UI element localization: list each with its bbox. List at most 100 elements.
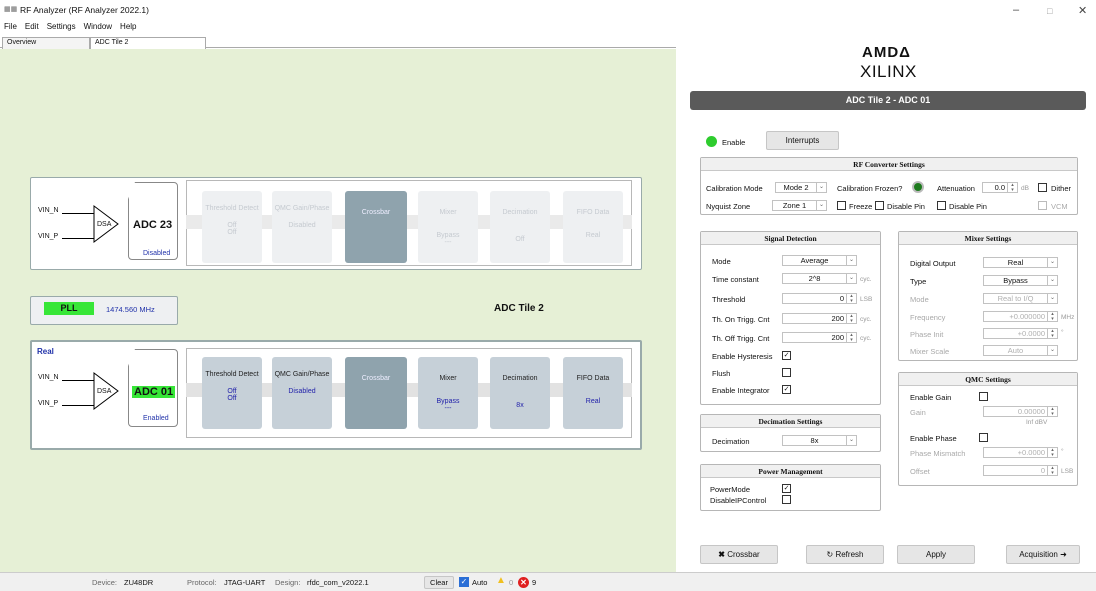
disable-pin-freeze-label: Disable Pin [887, 202, 925, 211]
flush-checkbox[interactable] [782, 368, 791, 377]
input-line [62, 380, 94, 381]
refresh-button[interactable]: ↻ Refresh [806, 545, 884, 564]
title-bar: ▦▦ RF Analyzer (RF Analyzer 2022.1) – □ … [0, 0, 1096, 22]
crossbar-block[interactable]: Crossbar [345, 357, 407, 429]
auto-checkbox[interactable]: ✓ [459, 577, 469, 587]
acquisition-button[interactable]: Acquisition ➜ [1006, 545, 1080, 564]
threshold-input[interactable]: 0 ▴ ▾ [782, 293, 857, 304]
decimation-settings-title: Decimation Settings [701, 415, 880, 428]
th-off-trigg-label: Th. Off Trigg. Cnt [712, 334, 770, 343]
vin-p-label: VIN_P [38, 400, 59, 407]
mixer-scale-select[interactable]: Auto ⌄ [983, 345, 1058, 356]
offset-unit: LSB [1061, 468, 1074, 475]
time-constant-select[interactable]: 2^8 ⌄ [782, 273, 857, 284]
disable-pin-atten-checkbox[interactable] [937, 201, 946, 210]
calibration-frozen-led-icon [912, 181, 924, 193]
attenuation-unit: dB [1021, 185, 1029, 192]
tab-overview[interactable]: Overview [2, 37, 90, 49]
mixer-block[interactable]: Mixer Bypass --- [418, 191, 478, 263]
sd-mode-select[interactable]: Average ⌄ [782, 255, 857, 266]
design-label: Design: [275, 578, 301, 587]
maximize-icon[interactable]: □ [1047, 6, 1052, 16]
th-off-trigg-unit: cyc. [860, 335, 872, 342]
phase-mismatch-input[interactable]: +0.0000 ▴ ▾ [983, 447, 1058, 458]
enable-gain-checkbox[interactable] [979, 392, 988, 401]
phase-init-label: Phase Init [910, 330, 944, 339]
close-icon[interactable]: ✕ [1078, 4, 1087, 17]
nyquist-zone-select[interactable]: Zone 1 ⌄ [772, 200, 827, 211]
hysteresis-checkbox[interactable]: ✓ [782, 351, 791, 360]
phase-mismatch-unit: ° [1061, 448, 1064, 455]
tab-adc-tile-2[interactable]: ADC Tile 2 [90, 37, 206, 49]
crossbar-block[interactable]: Crossbar [345, 191, 407, 263]
rf-converter-title: RF Converter Settings [701, 158, 1077, 171]
mixer-type-select[interactable]: Bypass ⌄ [983, 275, 1058, 286]
adc-01-label: ADC 01 [132, 386, 176, 398]
dsa-label: DSA [97, 221, 112, 228]
fifo-data-block[interactable]: FIFO Data Real [563, 191, 623, 263]
crossbar-button[interactable]: ✖ Crossbar [700, 545, 778, 564]
device-label: Device: [92, 578, 118, 587]
warning-icon: ▲ [496, 575, 506, 586]
panel-header: ADC Tile 2 - ADC 01 [690, 91, 1086, 110]
threshold-label: Threshold [712, 295, 746, 304]
gain-label: Gain [910, 408, 926, 417]
xilinx-logo: XILINX [860, 62, 917, 81]
calibration-mode-select[interactable]: Mode 2 ⌄ [775, 182, 827, 193]
mixer-type-label: Type [910, 277, 927, 286]
tile-name: ADC Tile 2 [494, 303, 544, 314]
th-on-trigg-input[interactable]: 200 ▴ ▾ [782, 313, 857, 324]
disable-ip-control-checkbox[interactable] [782, 495, 791, 504]
threshold-unit: LSB [860, 296, 873, 303]
minimize-icon[interactable]: – [1013, 4, 1019, 16]
freeze-checkbox[interactable] [837, 201, 846, 210]
threshold-detect-block[interactable]: Threshold Detect Off Off [202, 357, 262, 429]
qmc-gain-phase-block[interactable]: QMC Gain/Phase Disabled [272, 357, 332, 429]
dither-checkbox[interactable] [1038, 183, 1047, 192]
offset-input[interactable]: 0 ▴ ▾ [983, 465, 1058, 476]
protocol-value: JTAG-UART [224, 578, 266, 587]
phase-init-unit: ° [1061, 329, 1064, 336]
enable-phase-checkbox[interactable] [979, 433, 988, 442]
enable-label[interactable]: Enable [722, 138, 745, 147]
power-management-title: Power Management [701, 465, 880, 478]
clear-button[interactable]: Clear [424, 576, 454, 589]
th-off-trigg-input[interactable]: 200 ▴ ▾ [782, 332, 857, 343]
fifo-data-block[interactable]: FIFO Data Real [563, 357, 623, 429]
gain-dbv: Inf dBV [1026, 419, 1048, 426]
threshold-detect-block[interactable]: Threshold Detect Off Off [202, 191, 262, 263]
decimation-select[interactable]: 8x ⌄ [782, 435, 857, 446]
integrator-checkbox[interactable]: ✓ [782, 385, 791, 394]
menu-help[interactable]: Help [120, 22, 136, 31]
mixer-frequency-unit: MHz [1061, 314, 1075, 321]
menu-window[interactable]: Window [84, 22, 112, 31]
menu-edit[interactable]: Edit [25, 22, 39, 31]
mixer-mode-select[interactable]: Real to I/Q ⌄ [983, 293, 1058, 304]
menu-settings[interactable]: Settings [47, 22, 76, 31]
menu-file[interactable]: File [4, 22, 17, 31]
mixer-block[interactable]: Mixer Bypass --- [418, 357, 478, 429]
dither-label: Dither [1051, 184, 1072, 193]
disable-pin-freeze-checkbox[interactable] [875, 201, 884, 210]
decimation-block[interactable]: Decimation 8x [490, 357, 550, 429]
phase-init-input[interactable]: +0.0000 ▴ ▾ [983, 328, 1058, 339]
apply-button[interactable]: Apply [897, 545, 975, 564]
power-mode-checkbox[interactable]: ✓ [782, 484, 791, 493]
flush-label: Flush [712, 369, 731, 378]
adc-23-label: ADC 23 [133, 219, 173, 231]
enable-led-icon[interactable] [706, 136, 717, 147]
signal-detection-title: Signal Detection [701, 232, 880, 245]
mixer-frequency-input[interactable]: +0.000000 ▴ ▾ [983, 311, 1058, 322]
digital-output-select[interactable]: Real ⌄ [983, 257, 1058, 268]
app-icon: ▦▦ [4, 6, 18, 13]
interrupts-button[interactable]: Interrupts [766, 131, 839, 150]
decimation-block[interactable]: Decimation Off [490, 191, 550, 263]
power-mode-label: PowerMode [710, 485, 751, 494]
integrator-label: Enable Integrator [712, 386, 770, 395]
gain-input[interactable]: 0.00000 ▴ ▾ [983, 406, 1058, 417]
input-line [62, 405, 94, 406]
freeze-label: Freeze [849, 202, 873, 211]
vcm-checkbox[interactable] [1038, 201, 1047, 210]
qmc-gain-phase-block[interactable]: QMC Gain/Phase Disabled [272, 191, 332, 263]
attenuation-input[interactable]: 0.0 ▴ ▾ [982, 182, 1018, 193]
